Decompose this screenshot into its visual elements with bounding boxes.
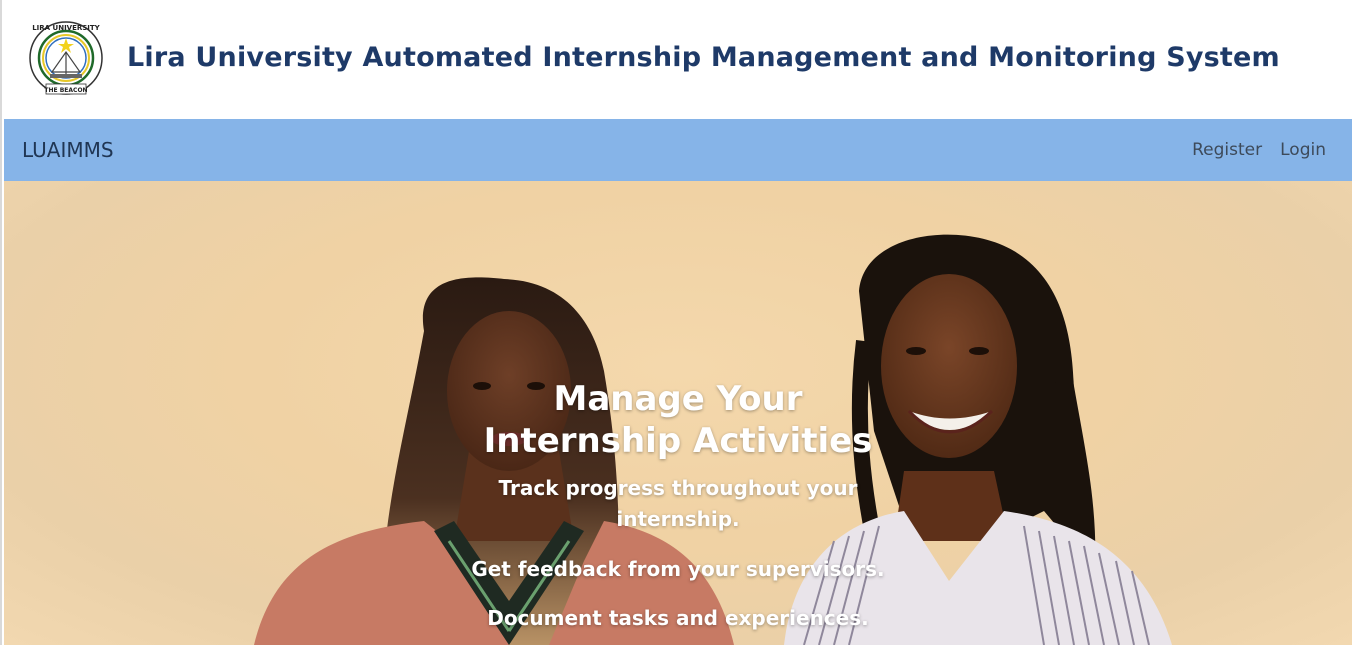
navbar: LUAIMMS Register Login <box>4 119 1352 181</box>
nav-links: Register Login <box>1192 140 1326 160</box>
hero-heading: Manage Your Internship Activities <box>454 378 902 462</box>
svg-text:THE BEACON: THE BEACON <box>44 87 87 94</box>
hero-paragraph-document: Document tasks and experiences. <box>487 606 869 630</box>
navbar-brand[interactable]: LUAIMMS <box>22 138 114 162</box>
hero-section: Manage Your Internship Activities Track … <box>4 181 1352 645</box>
hero-paragraph-track: Track progress throughout your internshi… <box>498 476 858 531</box>
university-logo: LIRA UNIVERSITY THE BEACON <box>29 21 103 95</box>
register-link[interactable]: Register <box>1192 140 1262 160</box>
hero-heading-line1: Manage Your <box>553 379 803 419</box>
hero-paragraph-feedback: Get feedback from your supervisors. <box>471 557 885 581</box>
hero-heading-line2: Internship Activities <box>483 421 873 461</box>
svg-text:LIRA UNIVERSITY: LIRA UNIVERSITY <box>32 24 100 32</box>
site-title: Lira University Automated Internship Man… <box>127 42 1280 73</box>
page-frame: LIRA UNIVERSITY THE BEACON Lira Universi… <box>0 0 1352 645</box>
site-header: LIRA UNIVERSITY THE BEACON Lira Universi… <box>4 0 1352 119</box>
login-link[interactable]: Login <box>1280 140 1326 160</box>
